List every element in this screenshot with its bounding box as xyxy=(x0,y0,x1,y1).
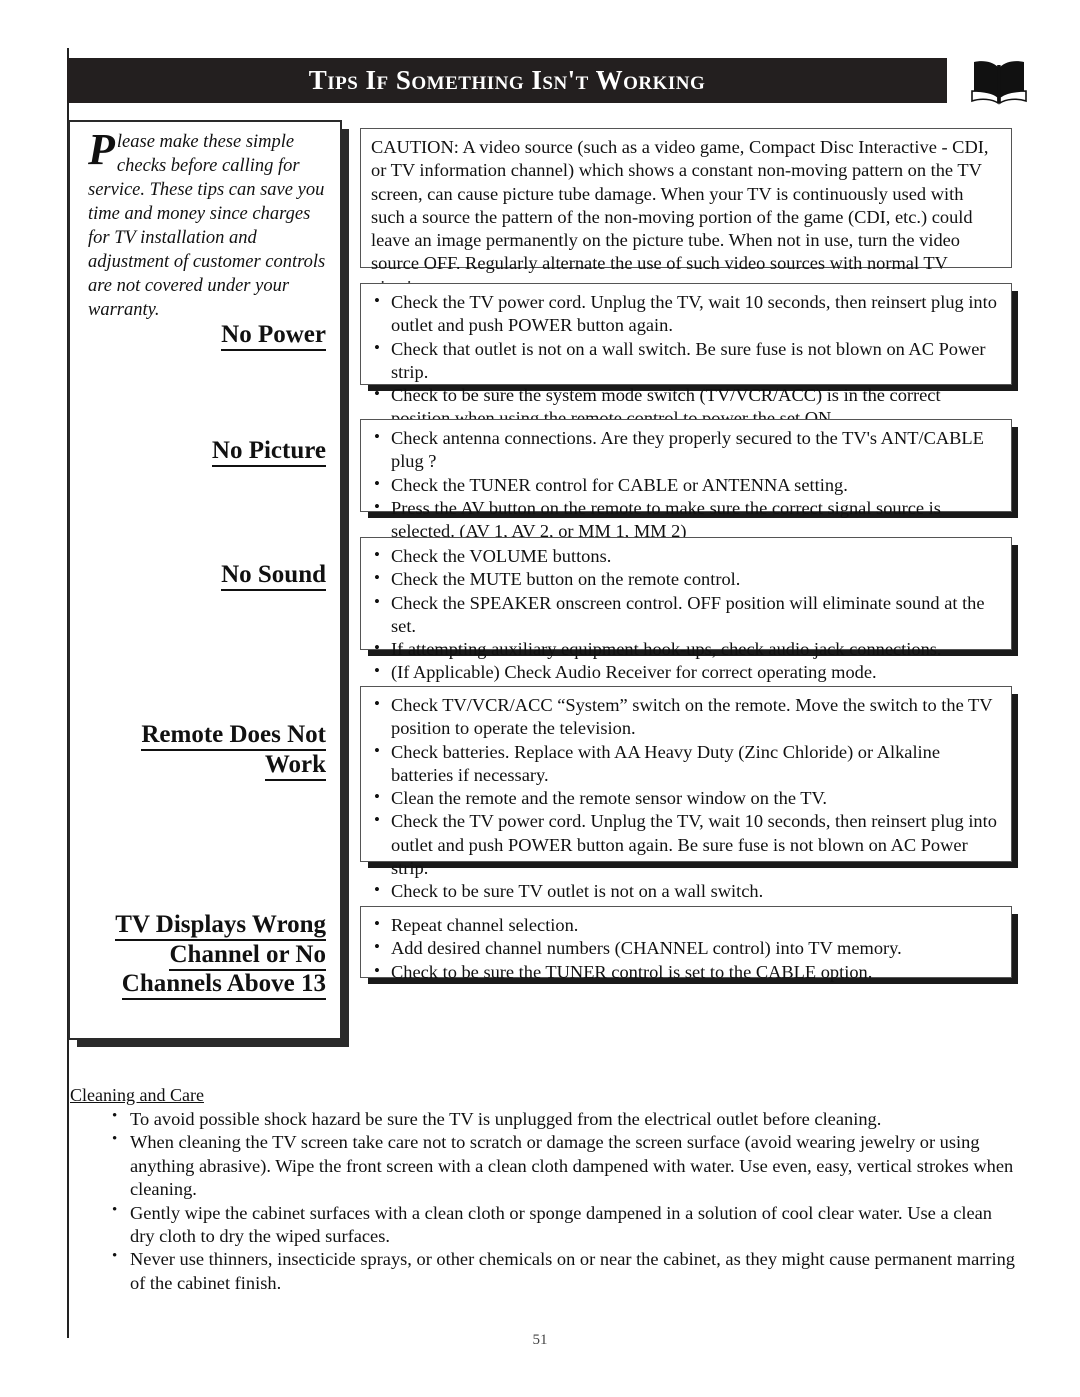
list-item: Check the SPEAKER onscreen control. OFF … xyxy=(371,591,1001,639)
list-item: Check the TUNER control for CABLE or ANT… xyxy=(371,473,1001,497)
list-item: When cleaning the TV screen take care no… xyxy=(112,1130,1015,1201)
left-headings-panel: Please make these simple checks before c… xyxy=(68,120,342,1040)
list-item: Check that outlet is not on a wall switc… xyxy=(371,337,1001,385)
list-item: Check the TV power cord. Unplug the TV, … xyxy=(371,809,1001,880)
section-heading-no-sound: No Sound xyxy=(86,560,326,591)
list-item: Never use thinners, insecticide sprays, … xyxy=(112,1247,1015,1295)
page-title: Tips If Something Isn't Working xyxy=(308,65,706,95)
remote-does-not-work-box: Check TV/VCR/ACC “System” switch on the … xyxy=(360,686,1012,901)
list-item: Gently wipe the cabinet surfaces with a … xyxy=(112,1201,1015,1249)
cleaning-and-care-title: Cleaning and Care xyxy=(70,1085,204,1105)
list-item: Clean the remote and the remote sensor w… xyxy=(371,786,1001,810)
list-item: Check to be sure TV outlet is not on a w… xyxy=(371,879,1001,903)
section-heading-remote-does-not-work: Remote Does Not Work xyxy=(86,720,326,781)
list-item: Check the MUTE button on the remote cont… xyxy=(371,567,1001,591)
page-number: 51 xyxy=(532,1332,548,1348)
list-item: Check the VOLUME buttons. xyxy=(371,544,1001,568)
no-power-list: Check the TV power cord. Unplug the TV, … xyxy=(371,290,1001,431)
list-item: Check batteries. Replace with AA Heavy D… xyxy=(371,740,1001,788)
list-item: Check antenna connections. Are they prop… xyxy=(371,426,1001,474)
remote-list: Check TV/VCR/ACC “System” switch on the … xyxy=(371,693,1001,904)
intro-paragraph: Please make these simple checks before c… xyxy=(88,125,326,322)
list-item: Check to be sure the TUNER control is se… xyxy=(371,960,1001,984)
no-picture-box: Check antenna connections. Are they prop… xyxy=(360,419,1012,541)
list-item: Add desired channel numbers (CHANNEL con… xyxy=(371,936,1001,960)
cleaning-and-care-section: Cleaning and Care To avoid possible shoc… xyxy=(70,1085,1015,1295)
caution-text: CAUTION: A video source (such as a video… xyxy=(371,137,989,297)
list-item: (If Applicable) Check Audio Receiver for… xyxy=(371,660,1001,684)
section-heading-no-power: No Power xyxy=(86,320,326,351)
tv-displays-wrong-channel-box: Repeat channel selection. Add desired ch… xyxy=(360,906,1012,982)
list-item: Check the TV power cord. Unplug the TV, … xyxy=(371,290,1001,338)
list-item: If attempting auxiliary equipment hook-u… xyxy=(371,637,1001,661)
intro-dropcap: P xyxy=(88,125,115,174)
section-heading-no-picture: No Picture xyxy=(86,436,326,467)
list-item: Repeat channel selection. xyxy=(371,913,1001,937)
list-item: To avoid possible shock hazard be sure t… xyxy=(112,1107,1015,1131)
no-power-box: Check the TV power cord. Unplug the TV, … xyxy=(360,283,1012,428)
open-book-icon xyxy=(968,57,1030,105)
no-sound-list: Check the VOLUME buttons. Check the MUTE… xyxy=(371,544,1001,685)
page-header-banner: Tips If Something Isn't Working xyxy=(67,58,947,103)
caution-box: CAUTION: A video source (such as a video… xyxy=(360,128,1012,297)
wrong-channel-list: Repeat channel selection. Add desired ch… xyxy=(371,913,1001,984)
list-item: Check TV/VCR/ACC “System” switch on the … xyxy=(371,693,1001,741)
no-sound-box: Check the VOLUME buttons. Check the MUTE… xyxy=(360,537,1012,682)
no-picture-list: Check antenna connections. Are they prop… xyxy=(371,426,1001,543)
document-page: Tips If Something Isn't Working Please m… xyxy=(0,0,1080,1397)
intro-text: lease make these simple checks before ca… xyxy=(88,132,326,321)
cleaning-and-care-list: To avoid possible shock hazard be sure t… xyxy=(70,1107,1015,1295)
section-heading-tv-displays-wrong-channel: TV Displays Wrong Channel or No Channels… xyxy=(86,910,326,1000)
